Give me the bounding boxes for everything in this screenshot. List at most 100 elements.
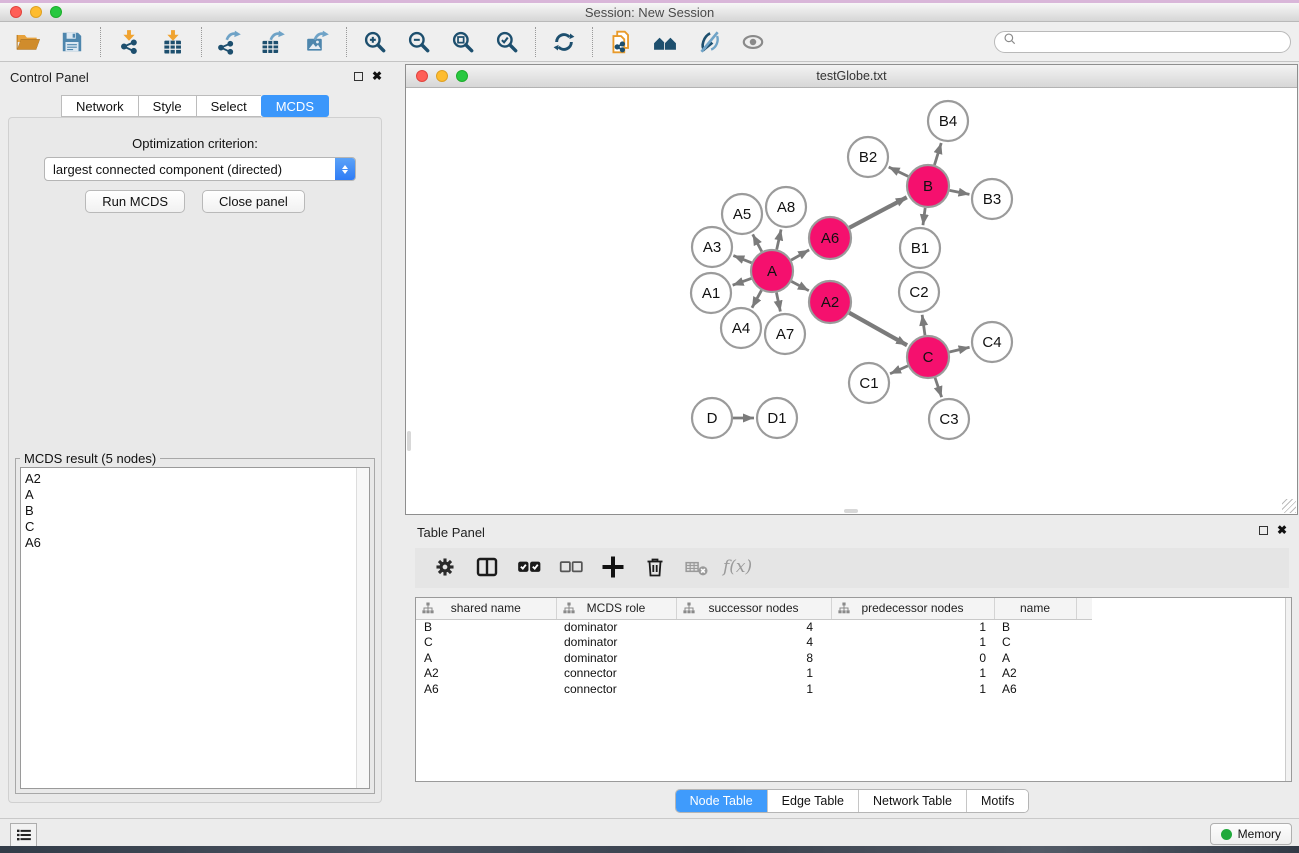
edge-C-C4[interactable] bbox=[949, 347, 969, 352]
eye-button[interactable] bbox=[735, 27, 771, 57]
tab-network-table[interactable]: Network Table bbox=[859, 790, 967, 812]
run-mcds-button[interactable]: Run MCDS bbox=[85, 190, 185, 213]
canvas-vertical-scroll-hint[interactable] bbox=[407, 431, 411, 451]
cell-MCDS-role[interactable]: dominator bbox=[556, 650, 676, 666]
node-A3[interactable]: A3 bbox=[692, 227, 732, 267]
cell-shared-name[interactable]: A6 bbox=[416, 681, 556, 697]
network-window-titlebar[interactable]: testGlobe.txt bbox=[406, 65, 1297, 88]
edge-A6-B[interactable] bbox=[849, 197, 906, 227]
import-network-button[interactable] bbox=[111, 27, 147, 57]
node-C2[interactable]: C2 bbox=[899, 272, 939, 312]
network-from-selection-button[interactable] bbox=[603, 27, 639, 57]
cell-predecessor-nodes[interactable]: 1 bbox=[831, 666, 994, 682]
edge-B-B1[interactable] bbox=[923, 208, 925, 225]
column-header-predecessor-nodes[interactable]: predecessor nodes bbox=[831, 598, 994, 619]
criterion-dropdown[interactable]: largest connected component (directed) bbox=[44, 157, 356, 181]
select-all-button[interactable] bbox=[511, 552, 547, 584]
edge-C-C1[interactable] bbox=[890, 366, 908, 374]
table-row[interactable]: Cdominator41C bbox=[416, 635, 1092, 651]
delete-table-button[interactable] bbox=[679, 552, 715, 584]
table-row[interactable]: A6connector11A6 bbox=[416, 681, 1092, 697]
node-A6[interactable]: A6 bbox=[809, 217, 851, 259]
cell-predecessor-nodes[interactable]: 1 bbox=[831, 619, 994, 635]
refresh-button[interactable] bbox=[546, 27, 582, 57]
node-C3[interactable]: C3 bbox=[929, 399, 969, 439]
float-table-panel-icon[interactable] bbox=[1259, 526, 1268, 535]
search-field[interactable] bbox=[994, 31, 1291, 53]
node-A7[interactable]: A7 bbox=[765, 314, 805, 354]
close-panel-icon[interactable]: ✖ bbox=[372, 71, 382, 81]
node-B[interactable]: B bbox=[907, 165, 949, 207]
edge-A2-C[interactable] bbox=[849, 313, 907, 345]
node-B1[interactable]: B1 bbox=[900, 228, 940, 268]
table-scrollbar[interactable] bbox=[1285, 598, 1291, 781]
edge-A-A1[interactable] bbox=[733, 278, 752, 285]
export-network-button[interactable] bbox=[212, 27, 248, 57]
edge-A-A8[interactable] bbox=[777, 229, 781, 249]
cell-successor-nodes[interactable]: 1 bbox=[676, 666, 831, 682]
cell-name[interactable]: A2 bbox=[994, 666, 1076, 682]
edge-C-C3[interactable] bbox=[935, 378, 942, 397]
tab-network[interactable]: Network bbox=[61, 95, 138, 117]
close-panel-button[interactable]: Close panel bbox=[202, 190, 305, 213]
edge-B-B4[interactable] bbox=[934, 143, 941, 165]
table-row[interactable]: Adominator80A bbox=[416, 650, 1092, 666]
canvas-horizontal-scroll-hint[interactable] bbox=[844, 509, 858, 513]
cell-MCDS-role[interactable]: dominator bbox=[556, 635, 676, 651]
column-header-successor-nodes[interactable]: successor nodes bbox=[676, 598, 831, 619]
edge-B-B3[interactable] bbox=[950, 190, 970, 194]
cell-successor-nodes[interactable]: 1 bbox=[676, 681, 831, 697]
node-table[interactable]: shared nameMCDS rolesuccessor nodesprede… bbox=[415, 597, 1292, 782]
network-zoom-button[interactable] bbox=[456, 70, 468, 82]
node-A8[interactable]: A8 bbox=[766, 187, 806, 227]
result-list-item[interactable]: C bbox=[25, 519, 369, 535]
close-window-button[interactable] bbox=[10, 6, 22, 18]
function-builder-button[interactable]: f(x) bbox=[721, 552, 757, 584]
column-header-shared-name[interactable]: shared name bbox=[416, 598, 556, 619]
save-button[interactable] bbox=[54, 27, 90, 57]
result-list-item[interactable]: B bbox=[25, 503, 369, 519]
node-A[interactable]: A bbox=[751, 250, 793, 292]
edge-A-A4[interactable] bbox=[752, 290, 762, 307]
edge-A-A7[interactable] bbox=[776, 293, 780, 312]
zoom-out-button[interactable] bbox=[401, 27, 437, 57]
gear-button[interactable] bbox=[427, 552, 463, 584]
float-panel-icon[interactable] bbox=[354, 72, 363, 81]
network-canvas[interactable]: B4B2BB3A8A5A6B1A3AA1C2A2A4A7C4CC1C3DD1 bbox=[406, 88, 1297, 514]
cell-predecessor-nodes[interactable]: 1 bbox=[831, 681, 994, 697]
tab-mcds[interactable]: MCDS bbox=[261, 95, 329, 117]
deselect-all-button[interactable] bbox=[553, 552, 589, 584]
node-D1[interactable]: D1 bbox=[757, 398, 797, 438]
zoom-fit-button[interactable] bbox=[445, 27, 481, 57]
task-history-button[interactable] bbox=[10, 823, 37, 847]
table-row[interactable]: Bdominator41B bbox=[416, 619, 1092, 635]
tab-edge-table[interactable]: Edge Table bbox=[768, 790, 859, 812]
node-B2[interactable]: B2 bbox=[848, 137, 888, 177]
result-list-scrollbar[interactable] bbox=[356, 468, 369, 788]
mcds-result-list[interactable]: A2ABCA6 bbox=[20, 467, 370, 789]
open-folder-button[interactable] bbox=[10, 27, 46, 57]
cell-name[interactable]: A bbox=[994, 650, 1076, 666]
edge-B-B2[interactable] bbox=[889, 167, 908, 176]
cell-MCDS-role[interactable]: connector bbox=[556, 666, 676, 682]
cell-shared-name[interactable]: A2 bbox=[416, 666, 556, 682]
node-B3[interactable]: B3 bbox=[972, 179, 1012, 219]
result-list-item[interactable]: A2 bbox=[25, 471, 369, 487]
result-list-item[interactable]: A bbox=[25, 487, 369, 503]
window-resize-grip[interactable] bbox=[1282, 499, 1296, 513]
cell-predecessor-nodes[interactable]: 0 bbox=[831, 650, 994, 666]
node-A2[interactable]: A2 bbox=[809, 281, 851, 323]
edge-A-A2[interactable] bbox=[791, 281, 808, 290]
edge-A-A3[interactable] bbox=[733, 256, 751, 263]
minimize-window-button[interactable] bbox=[30, 6, 42, 18]
cell-shared-name[interactable]: C bbox=[416, 635, 556, 651]
cell-shared-name[interactable]: A bbox=[416, 650, 556, 666]
network-minimize-button[interactable] bbox=[436, 70, 448, 82]
zoom-window-button[interactable] bbox=[50, 6, 62, 18]
node-A5[interactable]: A5 bbox=[722, 194, 762, 234]
import-table-button[interactable] bbox=[155, 27, 191, 57]
edge-A-A6[interactable] bbox=[791, 250, 809, 260]
edge-C-C2[interactable] bbox=[922, 315, 925, 335]
zoom-in-button[interactable] bbox=[357, 27, 393, 57]
zoom-selected-button[interactable] bbox=[489, 27, 525, 57]
